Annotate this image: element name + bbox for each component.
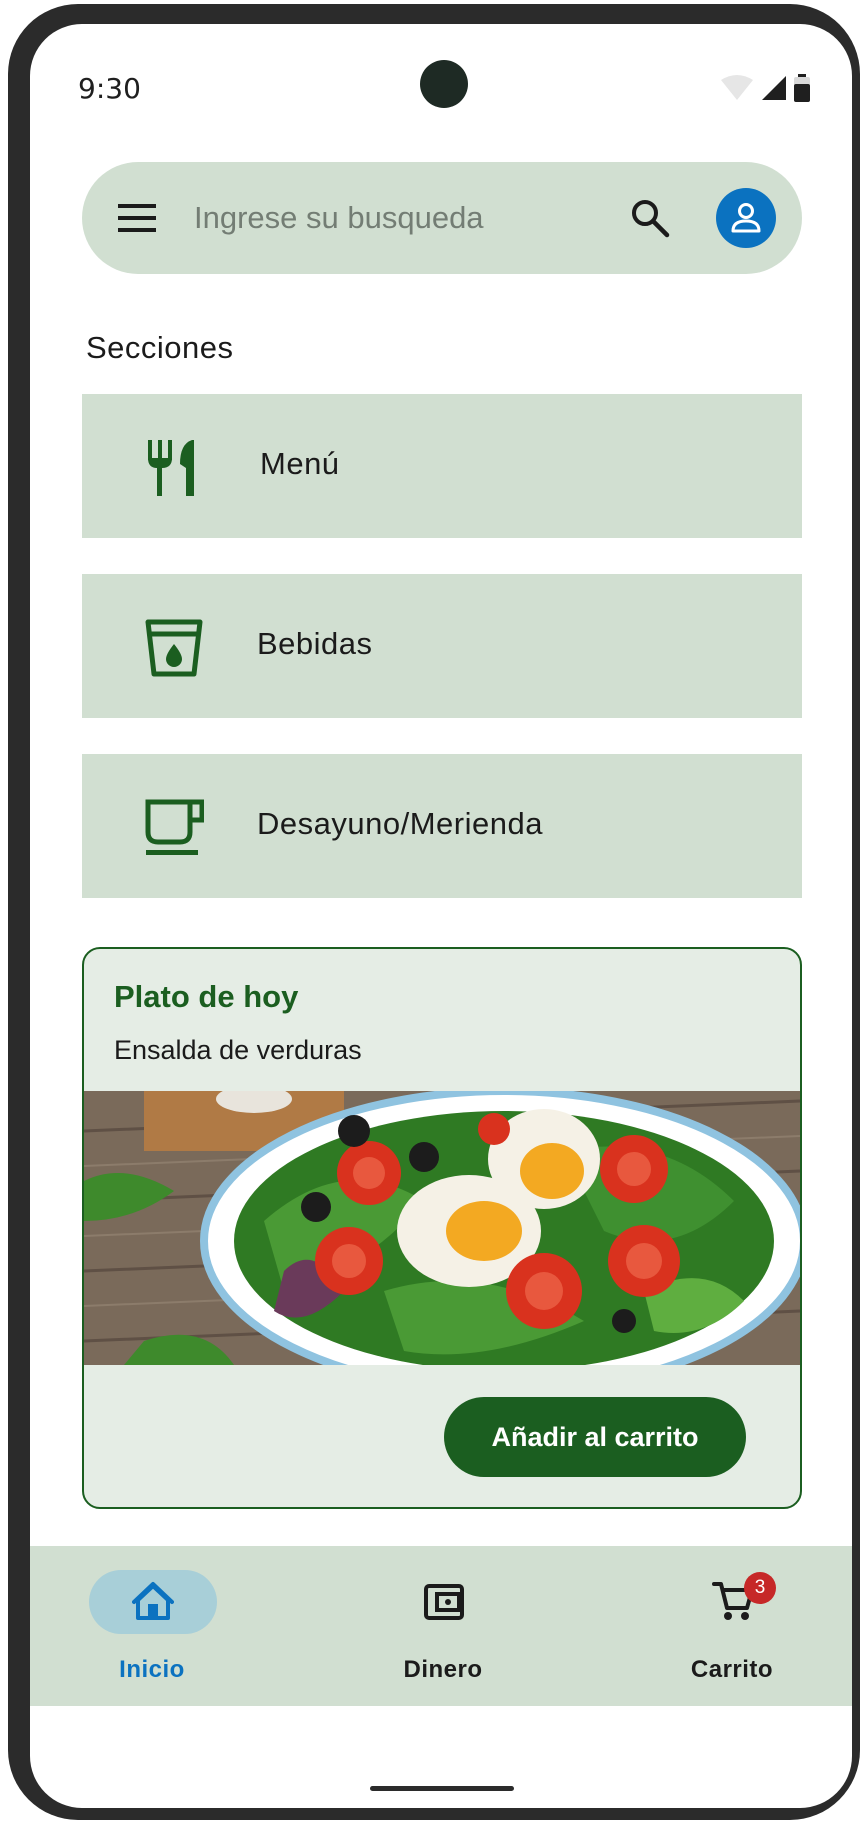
daily-dish-card: Plato de hoy Ensalda de verduras Añadir … xyxy=(82,947,802,1509)
coffee-icon xyxy=(145,799,204,855)
section-item-label: Bebidas xyxy=(257,626,373,661)
home-indicator[interactable] xyxy=(370,1786,514,1791)
status-time: 9:30 xyxy=(78,72,141,105)
section-item-label: Menú xyxy=(260,446,340,481)
battery-icon xyxy=(794,74,810,102)
section-item-desayuno[interactable]: Desayuno/Merienda xyxy=(82,754,802,898)
menu-icon[interactable] xyxy=(118,200,156,236)
home-icon xyxy=(132,1582,174,1620)
signal-icon xyxy=(762,76,786,100)
search-bar xyxy=(82,162,802,274)
account-icon xyxy=(731,203,761,233)
nav-label: Dinero xyxy=(403,1656,483,1683)
avatar[interactable] xyxy=(716,188,776,248)
nav-label: Carrito xyxy=(690,1656,774,1683)
add-to-cart-button[interactable]: Añadir al carrito xyxy=(444,1397,746,1477)
salad-image xyxy=(84,1091,800,1365)
section-item-label: Desayuno/Merienda xyxy=(257,806,543,841)
status-icons xyxy=(720,74,810,102)
section-item-bebidas[interactable]: Bebidas xyxy=(82,574,802,718)
wallet-icon xyxy=(424,1584,464,1620)
camera-cutout xyxy=(420,60,468,108)
screen: 9:30 Ingrese su busqueda Secciones Menú … xyxy=(30,24,852,1808)
drink-icon xyxy=(145,619,203,677)
nav-label: Inicio xyxy=(119,1656,185,1683)
bottom-nav: Inicio Dinero 3 Carrito xyxy=(30,1546,852,1706)
wifi-icon xyxy=(721,75,753,100)
search-input[interactable] xyxy=(194,190,524,246)
cart-badge: 3 xyxy=(744,1572,776,1604)
nav-item-dinero[interactable]: Dinero xyxy=(343,1546,543,1706)
card-title: Plato de hoy xyxy=(114,979,299,1014)
nav-item-carrito[interactable]: 3 Carrito xyxy=(632,1546,832,1706)
section-item-menu[interactable]: Menú xyxy=(82,394,802,538)
card-subtitle: Ensalda de verduras xyxy=(114,1035,362,1065)
restaurant-icon xyxy=(148,440,194,496)
device-frame: 9:30 Ingrese su busqueda Secciones Menú … xyxy=(8,4,860,1820)
sections-title: Secciones xyxy=(86,330,234,365)
status-bar: 9:30 xyxy=(30,24,852,154)
nav-item-inicio[interactable]: Inicio xyxy=(52,1546,252,1706)
search-icon[interactable] xyxy=(630,198,670,238)
